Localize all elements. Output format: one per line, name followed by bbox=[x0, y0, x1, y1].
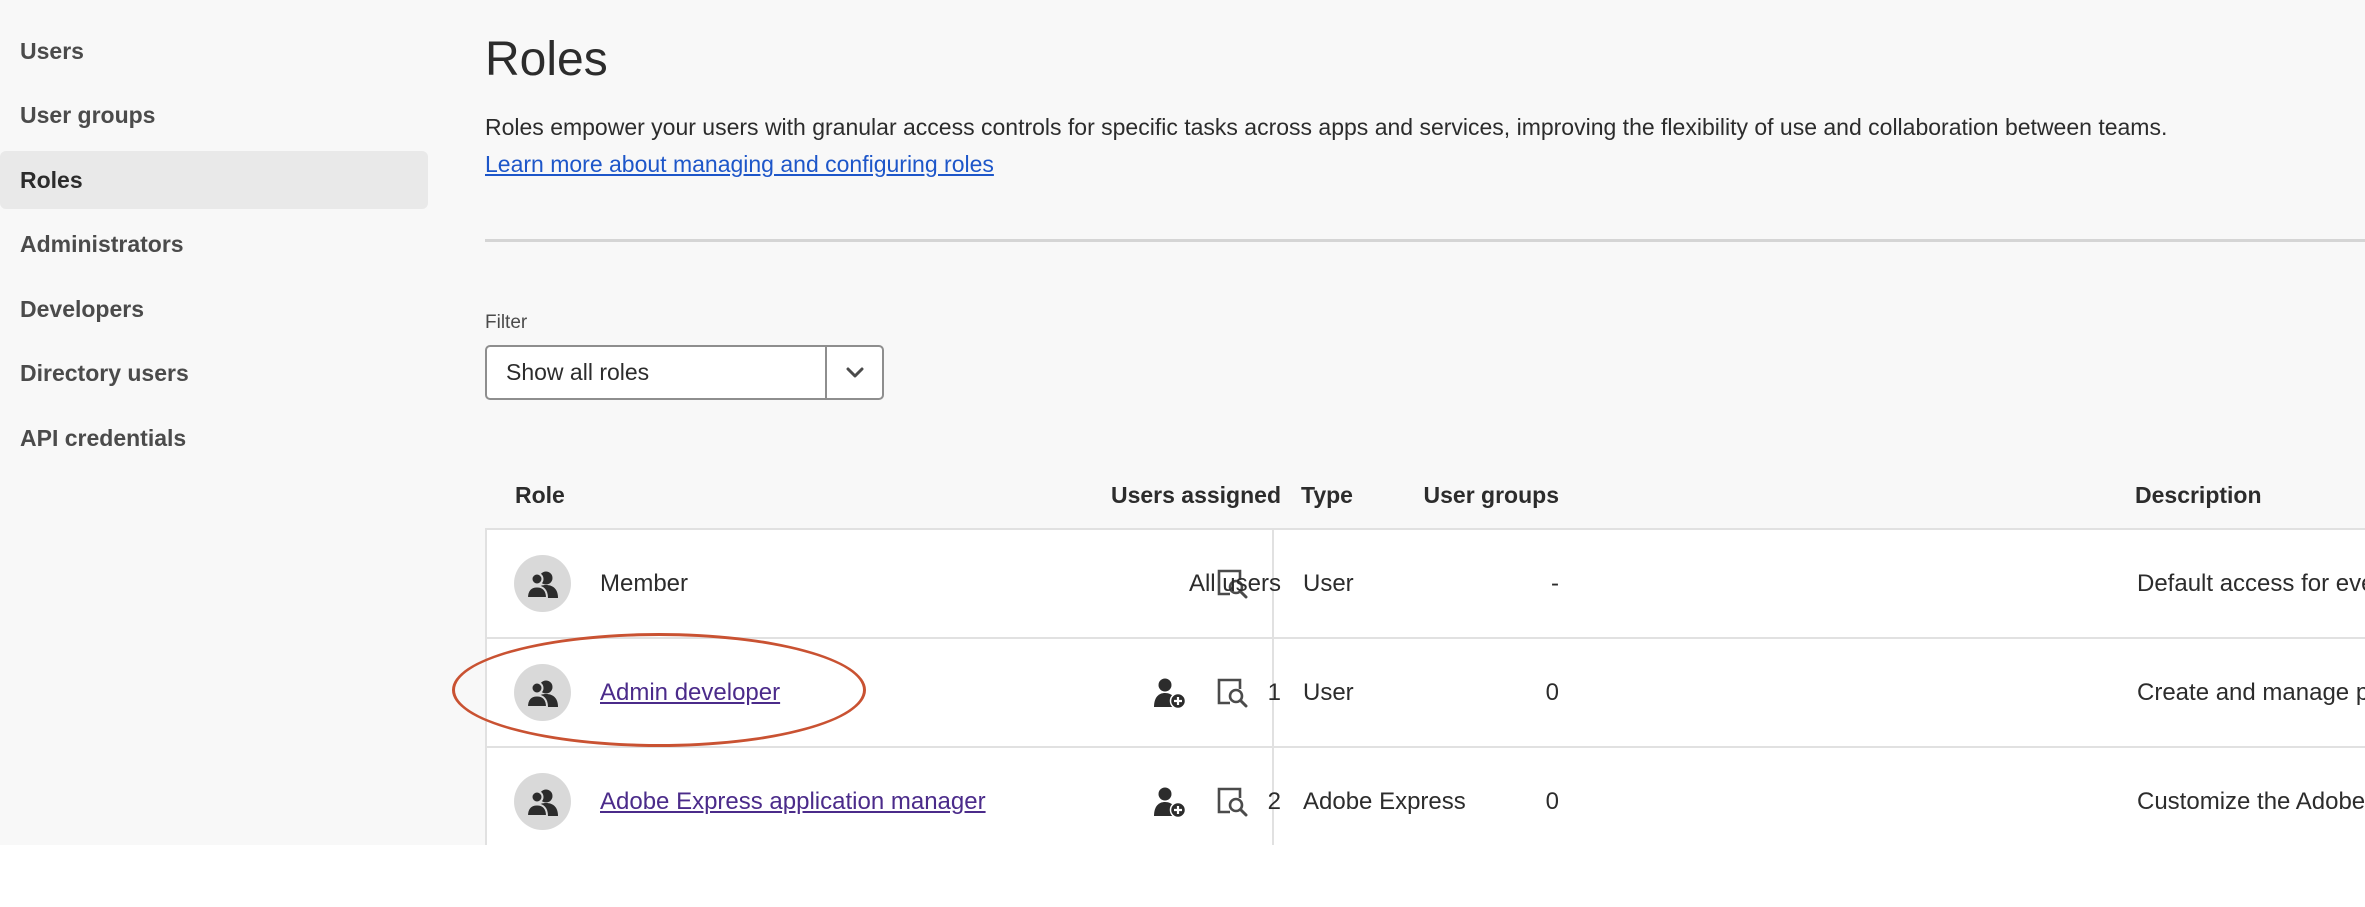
sidebar-item-label: Administrators bbox=[20, 231, 184, 257]
column-header-user-groups[interactable]: User groups bbox=[1424, 482, 1559, 509]
filter-dropdown[interactable]: Show all roles bbox=[485, 345, 884, 400]
sidebar-item-roles[interactable]: Roles bbox=[0, 151, 428, 209]
user-group-icon bbox=[525, 789, 558, 817]
main-content: Roles Roles empower your users with gran… bbox=[485, 0, 2365, 845]
users-assigned: 2 bbox=[1267, 788, 1281, 815]
role-avatar bbox=[514, 555, 571, 612]
user-group-icon bbox=[525, 571, 558, 599]
sidebar-item-label: Directory users bbox=[20, 360, 189, 386]
column-header-users-assigned[interactable]: Users assigned bbox=[1111, 482, 1281, 509]
view-details-icon bbox=[1217, 787, 1248, 817]
view-role-button[interactable] bbox=[1213, 783, 1251, 821]
add-user-button[interactable] bbox=[1151, 783, 1189, 821]
user-group-icon bbox=[525, 680, 558, 708]
role-description: Create and manage pr bbox=[2137, 679, 2365, 706]
roles-table: Role Type Users assigned User groups Des… bbox=[485, 460, 2365, 845]
sidebar-item-api-credentials[interactable]: API credentials bbox=[0, 409, 428, 467]
add-user-icon bbox=[1154, 678, 1187, 710]
learn-more-link[interactable]: Learn more about managing and configurin… bbox=[485, 151, 994, 178]
user-groups-count: 0 bbox=[1545, 679, 1559, 706]
page-title: Roles bbox=[485, 33, 608, 86]
users-assigned: 1 bbox=[1267, 679, 1281, 706]
filter-dropdown-toggle[interactable] bbox=[825, 347, 882, 398]
role-name: Member bbox=[600, 570, 689, 597]
column-header-role[interactable]: Role bbox=[515, 482, 565, 509]
sidebar-item-label: Users bbox=[20, 37, 84, 64]
sidebar-item-developers[interactable]: Developers bbox=[0, 280, 428, 338]
column-header-type[interactable]: Type bbox=[1301, 482, 1353, 509]
table-header: Role Type Users assigned User groups Des… bbox=[485, 460, 2365, 528]
role-description: Customize the Adobe E bbox=[2137, 788, 2365, 815]
sidebar-item-label: Roles bbox=[20, 166, 83, 193]
users-assigned: All users bbox=[1188, 570, 1281, 597]
sidebar-item-administrators[interactable]: Administrators bbox=[0, 216, 428, 274]
table-body: Member User All users - Default access f… bbox=[485, 528, 2365, 845]
sidebar-item-label: API credentials bbox=[20, 424, 187, 451]
role-avatar bbox=[514, 773, 571, 830]
sidebar-item-user-groups[interactable]: User groups bbox=[0, 87, 428, 145]
table-row: Admin developer User 1 0 Create and mana… bbox=[487, 639, 2365, 748]
table-row: Adobe Express application manager Adobe … bbox=[487, 748, 2365, 845]
role-name-link[interactable]: Adobe Express application manager bbox=[600, 788, 986, 816]
sidebar-item-label: Developers bbox=[20, 295, 145, 322]
add-user-icon bbox=[1154, 787, 1187, 819]
table-row: Member User All users - Default access f… bbox=[487, 530, 2365, 639]
user-groups-count: - bbox=[1551, 570, 1559, 597]
filter-selected-value: Show all roles bbox=[506, 359, 650, 385]
filter-label: Filter bbox=[485, 312, 528, 333]
sidebar-item-label: User groups bbox=[20, 102, 156, 128]
chevron-down-icon bbox=[846, 367, 863, 377]
view-details-icon bbox=[1217, 678, 1248, 708]
add-user-button[interactable] bbox=[1151, 674, 1189, 712]
role-type: User bbox=[1303, 679, 1354, 706]
sidebar-item-directory-users[interactable]: Directory users bbox=[0, 345, 428, 403]
role-type: Adobe Express bbox=[1303, 788, 1466, 815]
app-window: Users User groups Roles Administrators D… bbox=[0, 0, 2365, 845]
sidebar-nav: Users User groups Roles Administrators D… bbox=[0, 22, 428, 474]
role-name-link[interactable]: Admin developer bbox=[600, 679, 780, 707]
section-divider bbox=[485, 239, 2365, 242]
page-description: Roles empower your users with granular a… bbox=[485, 114, 2168, 140]
user-groups-count: 0 bbox=[1545, 788, 1559, 815]
view-role-button[interactable] bbox=[1213, 674, 1251, 712]
role-description: Default access for ever bbox=[2137, 570, 2365, 597]
role-type: User bbox=[1303, 570, 1354, 597]
column-header-description[interactable]: Description bbox=[2135, 482, 2262, 509]
role-avatar bbox=[514, 664, 571, 721]
sidebar-item-users[interactable]: Users bbox=[0, 22, 428, 80]
